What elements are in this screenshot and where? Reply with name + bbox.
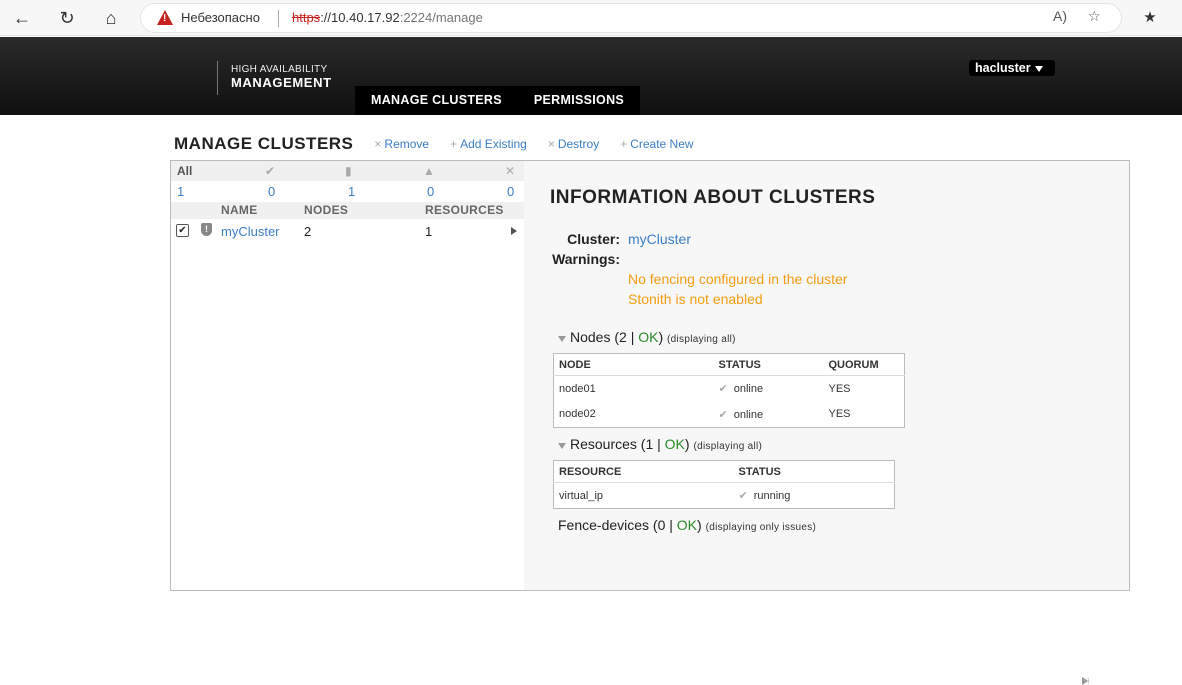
column-quorum: QUORUM [823,353,905,376]
close-icon: × [374,137,382,151]
read-aloud-icon[interactable]: A) [1053,8,1067,24]
plus-icon: + [620,137,628,151]
filter-all[interactable]: All [177,164,192,178]
cluster-resources-count: 1 [425,224,433,239]
triangle-down-icon [558,443,566,450]
count-ok[interactable]: 0 [268,184,275,199]
triangle-right-icon [1082,677,1089,685]
remove-button[interactable]: × Remove [374,137,429,151]
close-icon: × [547,137,555,151]
node-status: ✔ online [718,408,764,421]
resource-link[interactable]: virtual_ip [554,483,734,509]
plus-icon: + [450,137,458,151]
brand-line-2: MANAGEMENT [231,75,332,90]
browser-toolbar: ← ↻ ⌂ ! Небезопасно https://10.40.17.92:… [0,0,1182,36]
home-icon[interactable]: ⌂ [99,6,123,30]
table-row: virtual_ip ✔ running [554,483,895,509]
create-new-button[interactable]: + Create New [620,137,693,151]
column-resource: RESOURCE [553,460,734,483]
address-bar[interactable]: ! Небезопасно https://10.40.17.92:2224/m… [140,3,1122,33]
shield-icon[interactable]: ▮ [345,164,352,178]
warning-text: Stonith is not enabled [628,291,763,307]
node-quorum: YES [828,408,851,421]
fence-devices-section-toggle[interactable]: Fence-devices (0 | OK) (displaying only … [558,517,1089,685]
app-header: HIGH AVAILABILITY MANAGEMENT MANAGE CLUS… [0,37,1182,115]
node-quorum: YES [828,382,851,395]
summary-header: All ✔ ▮ ▲ ✕ [171,161,524,181]
tab-permissions[interactable]: PERMISSIONS [518,86,640,115]
security-label[interactable]: Небезопасно [181,10,260,25]
count-warning[interactable]: 1 [348,184,355,199]
column-nodes[interactable]: NODES [304,203,348,217]
brand-logo: HIGH AVAILABILITY MANAGEMENT [217,61,332,95]
top-nav: MANAGE CLUSTERS PERMISSIONS [355,86,641,115]
close-icon[interactable]: ✕ [505,164,515,178]
column-node: NODE [553,353,714,376]
warning-text: No fencing configured in the cluster [628,271,848,287]
column-status: STATUS [733,460,895,483]
add-existing-button[interactable]: + Add Existing [450,137,527,151]
cluster-name-link[interactable]: myCluster [221,224,280,239]
cluster-label: Cluster: [567,231,620,247]
nodes-section-toggle[interactable]: Nodes (2 | OK) (displaying all) [558,329,736,345]
page-title: MANAGE CLUSTERS [174,134,354,153]
column-status: STATUS [713,353,824,376]
checkmark-icon: ✔ [718,408,728,421]
count-failed[interactable]: 0 [507,184,514,199]
column-name[interactable]: NAME [221,203,258,217]
user-name: hacluster [975,61,1031,75]
table-row: node01 ✔ online YES [554,376,905,402]
warning-triangle-icon[interactable]: ▲ [423,164,435,178]
page-toolbar: MANAGE CLUSTERS × Remove + Add Existing × D… [174,132,715,156]
checkmark-icon: ✔ [738,490,748,502]
cluster-nodes-count: 2 [304,224,312,239]
resource-status: ✔ running [738,490,791,502]
triangle-down-icon [558,336,566,343]
resources-section-toggle[interactable]: Resources (1 | OK) (displaying all) [558,436,762,452]
info-title: INFORMATION ABOUT CLUSTERS [550,187,876,208]
user-menu[interactable]: hacluster [969,60,1055,76]
favorites-bar-icon[interactable]: ★ [1138,6,1162,30]
node-status: ✔ online [718,383,764,396]
chevron-right-icon[interactable] [511,227,517,235]
cluster-table-header: NAME NODES RESOURCES [171,202,524,219]
favorite-star-icon[interactable]: ☆ [1088,8,1101,25]
tab-manage-clusters[interactable]: MANAGE CLUSTERS [355,86,518,115]
back-arrow-icon[interactable]: ← [10,6,34,30]
url-text[interactable]: https://10.40.17.92:2224/manage [292,10,483,25]
brand-line-1: HIGH AVAILABILITY [231,64,328,75]
reload-icon[interactable]: ↻ [55,6,79,30]
cluster-list-panel: All ✔ ▮ ▲ ✕ 1 0 1 0 0 NAME NODES RESOURC… [170,160,525,591]
table-row: node02 ✔ online YES [554,402,905,428]
node-link[interactable]: node01 [554,376,714,402]
node-link[interactable]: node02 [554,402,714,428]
caret-down-icon [1034,65,1043,72]
warnings-label: Warnings: [552,251,620,267]
cluster-value-link[interactable]: myCluster [628,231,691,247]
count-all[interactable]: 1 [177,184,184,199]
count-error[interactable]: 0 [427,184,434,199]
destroy-button[interactable]: × Destroy [548,137,599,151]
column-resources[interactable]: RESOURCES [425,203,504,217]
resources-table: RESOURCE STATUS virtual_ip ✔ running [553,460,895,509]
shield-icon: ! [201,223,212,236]
nodes-table: NODE STATUS QUORUM node01 ✔ online YES no… [553,353,905,428]
checkmark-icon: ✔ [718,383,728,396]
cluster-info-panel: INFORMATION ABOUT CLUSTERS Cluster: myCl… [524,160,1130,685]
checkmark-icon[interactable]: ✔ [265,164,275,178]
row-checkbox[interactable]: ✔ [176,224,189,237]
